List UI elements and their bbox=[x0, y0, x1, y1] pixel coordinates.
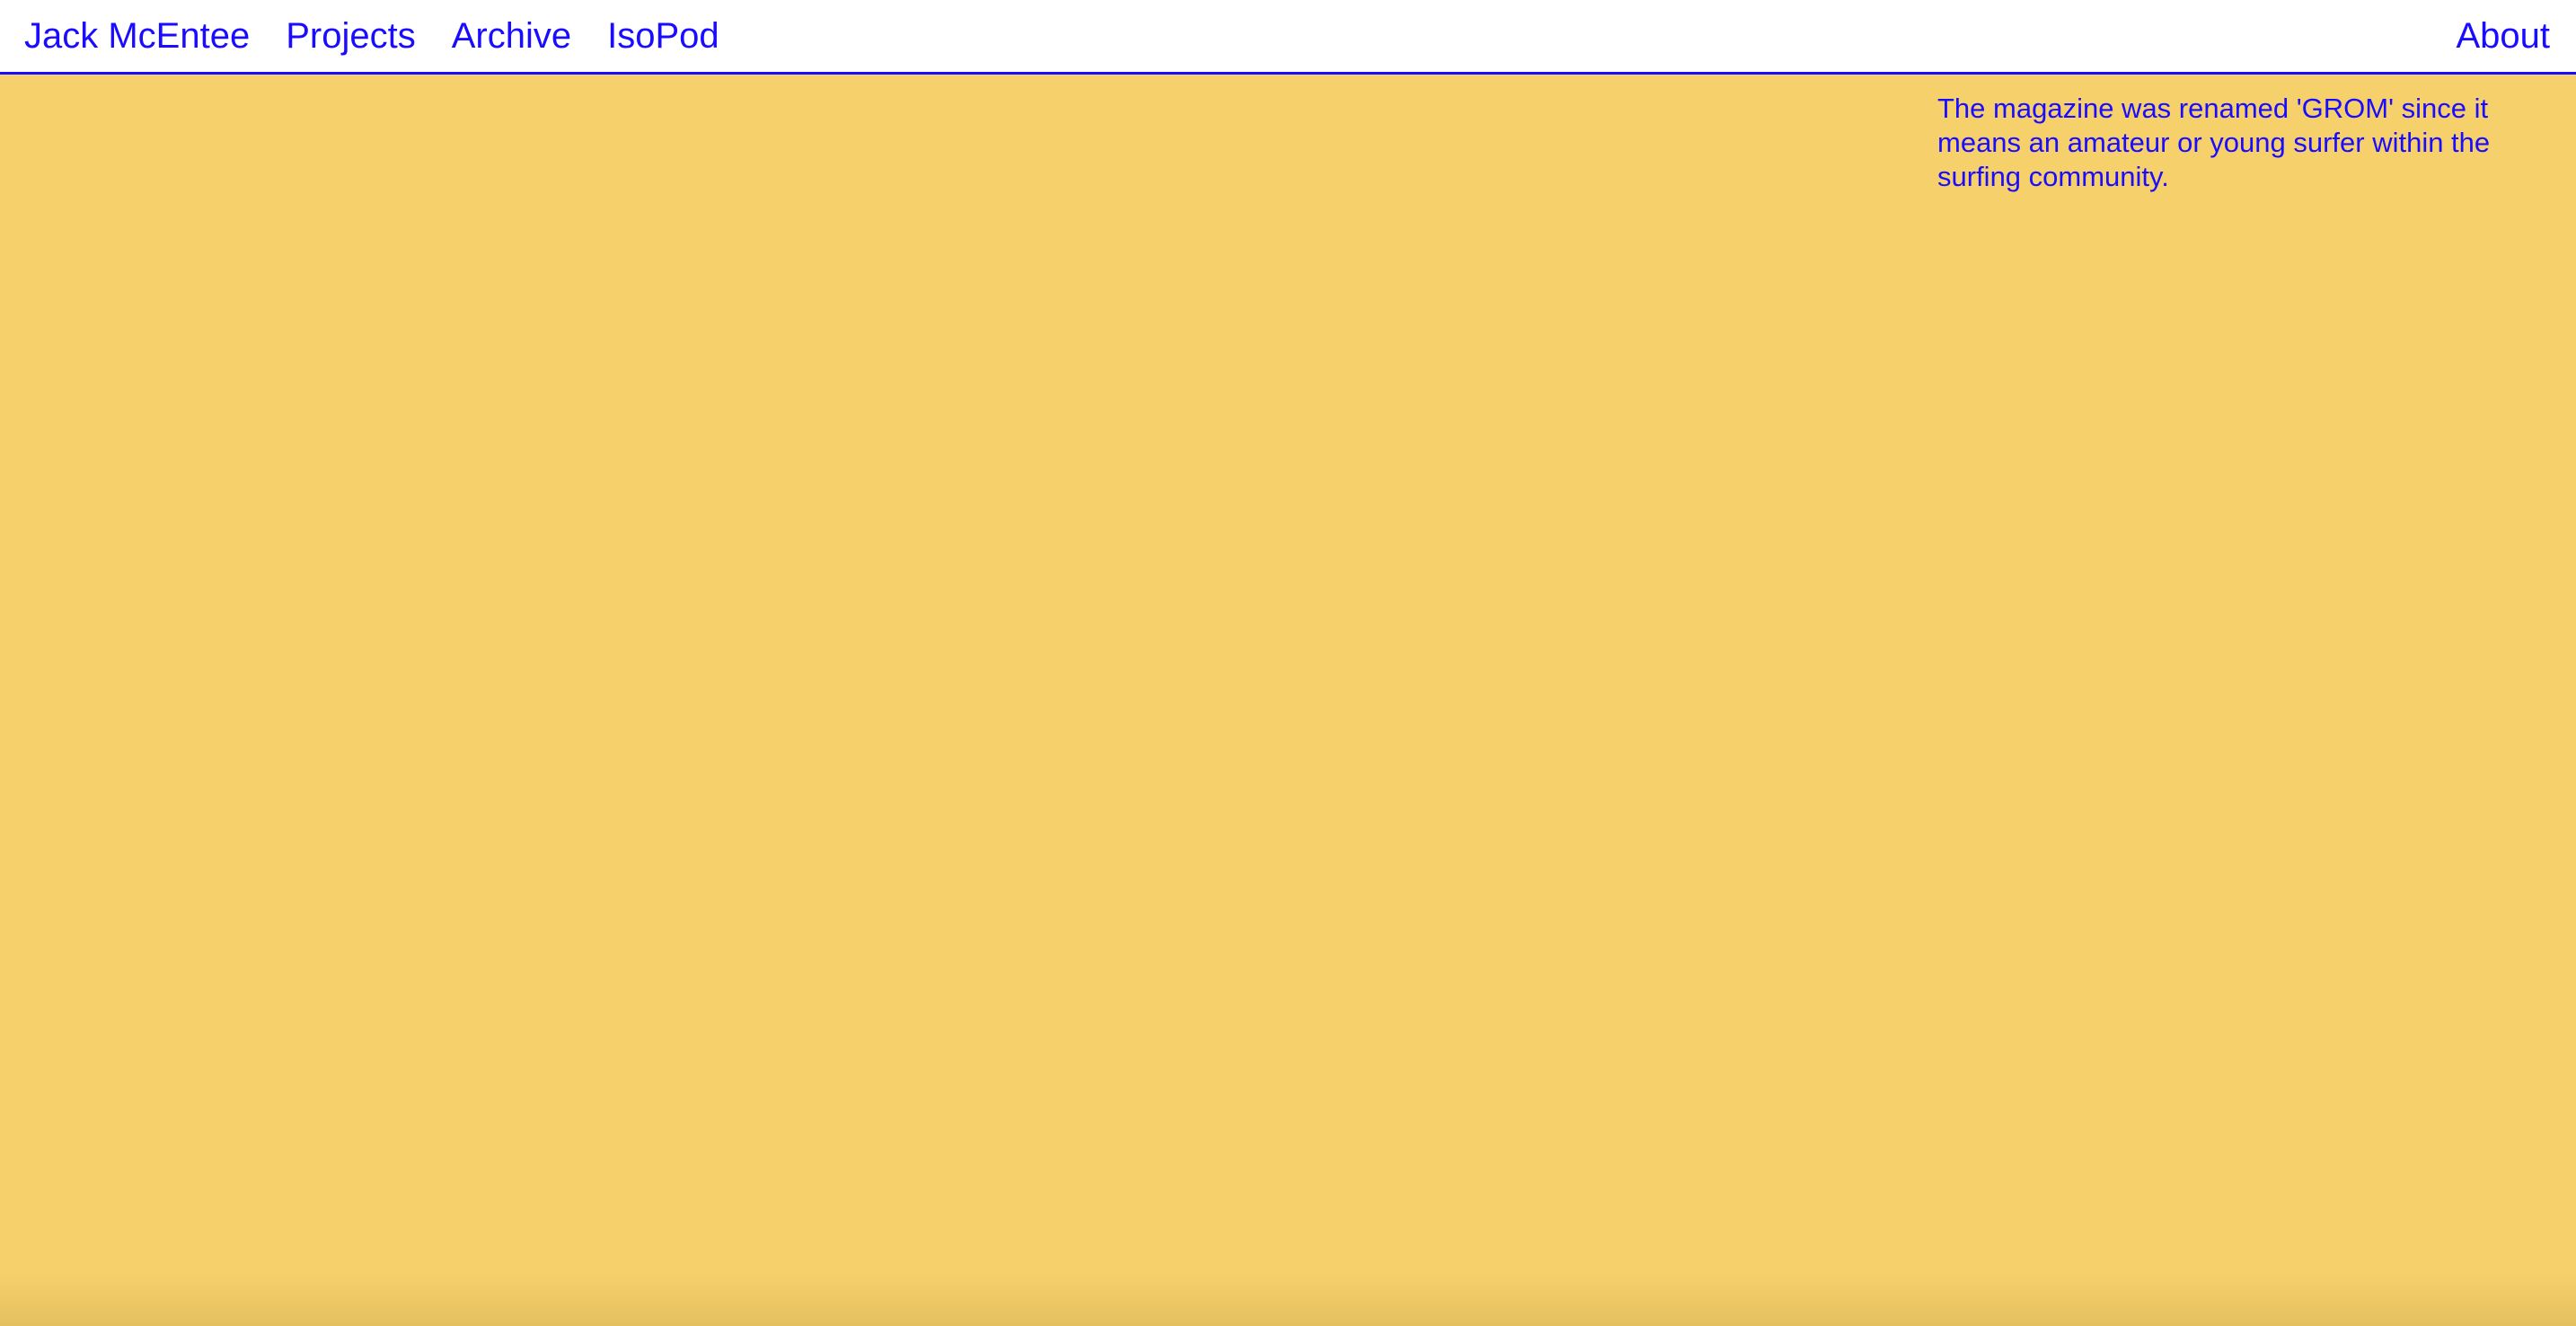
nav-link-isopod[interactable]: IsoPod bbox=[607, 18, 719, 54]
nav-link-projects[interactable]: Projects bbox=[286, 18, 416, 54]
top-navigation-bar: Jack McEntee Projects Archive IsoPod Abo… bbox=[0, 0, 2576, 75]
primary-nav: Jack McEntee Projects Archive IsoPod bbox=[24, 0, 719, 72]
nav-link-archive[interactable]: Archive bbox=[452, 18, 571, 54]
site-name-link[interactable]: Jack McEntee bbox=[24, 18, 250, 54]
project-content-area bbox=[0, 75, 2576, 1326]
project-caption: The magazine was renamed 'GROM' since it… bbox=[1937, 93, 2491, 192]
bottom-shadow bbox=[0, 1272, 2576, 1326]
nav-link-about[interactable]: About bbox=[2456, 18, 2550, 54]
secondary-nav: About bbox=[2456, 0, 2550, 72]
